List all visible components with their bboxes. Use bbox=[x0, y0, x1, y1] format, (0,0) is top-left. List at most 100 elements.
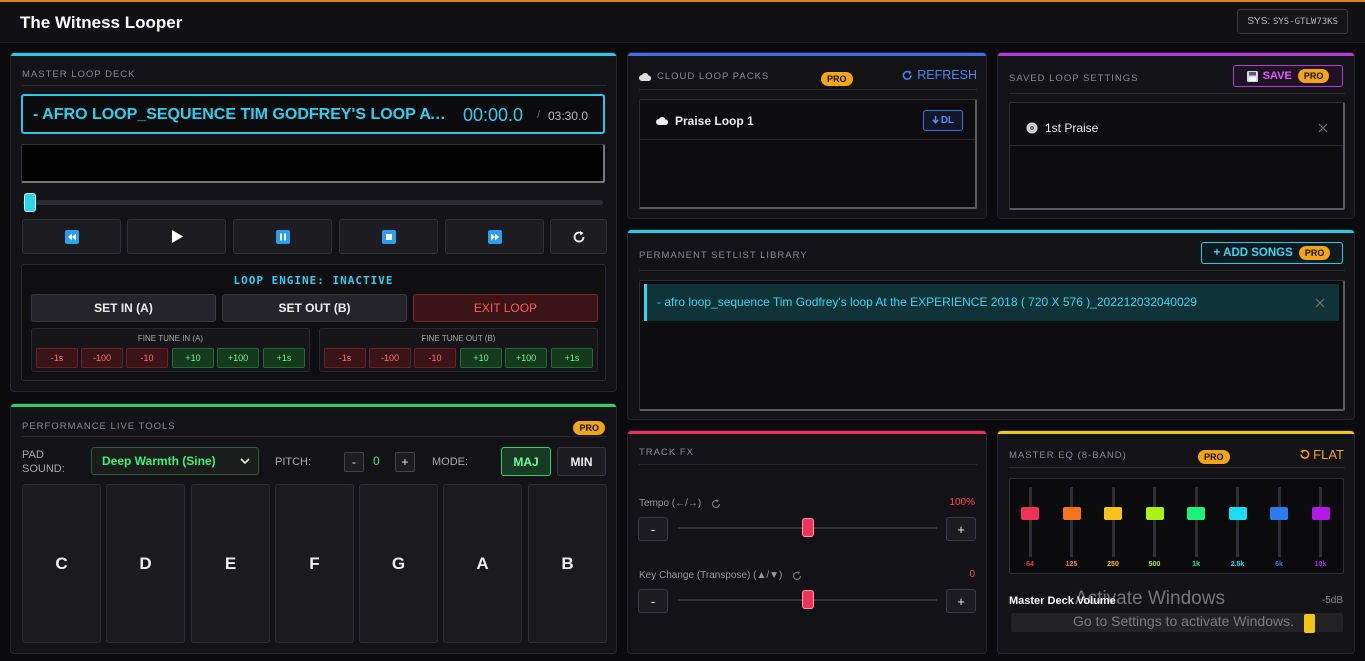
track-display: - AFRO LOOP_SEQUENCE TIM GODFREY'S LOOP … bbox=[21, 94, 605, 134]
eq-band-handle[interactable] bbox=[1312, 507, 1330, 520]
list-item[interactable]: 1st Praise bbox=[1010, 103, 1343, 146]
add-songs-label: + ADD SONGS bbox=[1214, 247, 1293, 259]
pad-b[interactable]: B bbox=[528, 484, 607, 643]
fine-in-minus-1s[interactable]: -1s bbox=[36, 348, 78, 368]
master-volume-handle[interactable] bbox=[1304, 614, 1315, 633]
eq-band-handle[interactable] bbox=[1270, 507, 1288, 520]
tempo-label-row: Tempo (←/→) bbox=[639, 498, 721, 509]
pro-badge: PRO bbox=[1198, 447, 1230, 465]
pause-icon bbox=[276, 230, 290, 244]
divider bbox=[1009, 93, 1345, 94]
eq-band-handle[interactable] bbox=[1146, 507, 1164, 520]
pad-sound-value: Deep Warmth (Sine) bbox=[102, 454, 216, 468]
divider bbox=[639, 464, 977, 465]
pad-a[interactable]: A bbox=[443, 484, 522, 643]
download-button[interactable]: DL bbox=[923, 110, 963, 131]
fast-forward-button[interactable] bbox=[445, 219, 544, 254]
flat-button[interactable]: FLAT bbox=[1299, 447, 1344, 462]
panel-accent bbox=[628, 431, 986, 434]
master-volume-value: -5dB bbox=[1322, 595, 1343, 606]
eq-bands: 641252505001k2.5k6k10k bbox=[1009, 478, 1344, 574]
eq-band-handle[interactable] bbox=[1104, 507, 1122, 520]
exit-loop-button[interactable]: EXIT LOOP bbox=[413, 294, 598, 322]
cloud-icon bbox=[656, 117, 669, 125]
mode-major-button[interactable]: MAJ bbox=[501, 447, 551, 476]
panel-accent bbox=[11, 53, 616, 56]
eq-band-label: 125 bbox=[1057, 561, 1087, 568]
repeat-button[interactable] bbox=[550, 219, 607, 254]
eq-band-handle[interactable] bbox=[1187, 507, 1205, 520]
save-button[interactable]: SAVE PRO bbox=[1233, 65, 1343, 87]
eq-band-track[interactable] bbox=[1153, 487, 1156, 557]
seek-bar[interactable] bbox=[23, 200, 603, 205]
fine-in-plus-100[interactable]: +100 bbox=[217, 348, 259, 368]
pause-button[interactable] bbox=[233, 219, 332, 254]
eq-band-handle[interactable] bbox=[1063, 507, 1081, 520]
list-item[interactable]: - afro loop_sequence Tim Godfrey's loop … bbox=[644, 284, 1339, 321]
list-item[interactable]: Praise Loop 1 DL bbox=[640, 100, 975, 140]
fine-in-minus-100[interactable]: -100 bbox=[81, 348, 123, 368]
pad-d[interactable]: D bbox=[106, 484, 185, 643]
fine-in-plus-1s[interactable]: +1s bbox=[263, 348, 305, 368]
reset-icon[interactable] bbox=[711, 499, 721, 509]
download-icon bbox=[932, 116, 939, 125]
close-icon[interactable] bbox=[1315, 298, 1325, 308]
fine-tune-in-title: FINE TUNE IN (A) bbox=[32, 334, 309, 343]
tempo-slider-handle[interactable] bbox=[802, 518, 814, 537]
download-label: DL bbox=[941, 115, 954, 126]
mode-minor-button[interactable]: MIN bbox=[557, 447, 606, 476]
set-in-button[interactable]: SET IN (A) bbox=[31, 294, 216, 322]
stop-button[interactable] bbox=[339, 219, 438, 254]
close-icon[interactable] bbox=[1318, 123, 1328, 133]
eq-band-handle[interactable] bbox=[1229, 507, 1247, 520]
panel-accent bbox=[998, 431, 1354, 434]
pad-sound-label: PAD bbox=[22, 449, 44, 461]
chevron-down-icon bbox=[240, 458, 250, 465]
eq-band-track[interactable] bbox=[1195, 487, 1198, 557]
waveform-display[interactable] bbox=[21, 144, 605, 183]
panel-title: SAVED LOOP SETTINGS bbox=[1009, 73, 1139, 84]
pad-e[interactable]: E bbox=[191, 484, 270, 643]
panel-title: MASTER EQ (8-BAND) bbox=[1009, 450, 1127, 461]
eq-band-handle[interactable] bbox=[1021, 507, 1039, 520]
track-fx-panel: TRACK FX Tempo (←/→) 100% - + Key Change… bbox=[627, 430, 987, 654]
eq-band-track[interactable] bbox=[1319, 487, 1322, 557]
pro-badge: PRO bbox=[821, 69, 853, 87]
pad-c[interactable]: C bbox=[22, 484, 101, 643]
reset-icon[interactable] bbox=[792, 571, 802, 581]
key-plus-button[interactable]: + bbox=[946, 589, 976, 613]
fine-out-plus-1s[interactable]: +1s bbox=[551, 348, 593, 368]
fine-out-minus-10[interactable]: -10 bbox=[414, 348, 456, 368]
key-change-slider-handle[interactable] bbox=[802, 590, 814, 609]
eq-band-label: 250 bbox=[1098, 561, 1128, 568]
pad-sound-select[interactable]: Deep Warmth (Sine) bbox=[91, 447, 259, 475]
play-button[interactable] bbox=[127, 219, 226, 254]
panel-title: MASTER LOOP DECK bbox=[22, 69, 136, 80]
pitch-minus-button[interactable]: - bbox=[344, 452, 364, 472]
fine-out-plus-100[interactable]: +100 bbox=[505, 348, 547, 368]
fine-out-minus-1s[interactable]: -1s bbox=[324, 348, 366, 368]
tempo-minus-button[interactable]: - bbox=[638, 517, 668, 541]
fine-in-plus-10[interactable]: +10 bbox=[172, 348, 214, 368]
pad-g[interactable]: G bbox=[359, 484, 438, 643]
pitch-plus-button[interactable]: + bbox=[395, 452, 415, 472]
refresh-button[interactable]: REFRESH bbox=[902, 68, 977, 82]
pad-f[interactable]: F bbox=[275, 484, 354, 643]
tempo-plus-button[interactable]: + bbox=[946, 517, 976, 541]
add-songs-button[interactable]: + ADD SONGS PRO bbox=[1201, 242, 1343, 264]
seek-handle[interactable] bbox=[24, 193, 36, 212]
eq-band-track[interactable] bbox=[1029, 487, 1032, 557]
eq-band-track[interactable] bbox=[1236, 487, 1239, 557]
rewind-button[interactable] bbox=[22, 219, 121, 254]
fine-out-minus-100[interactable]: -100 bbox=[369, 348, 411, 368]
key-minus-button[interactable]: - bbox=[638, 589, 668, 613]
set-out-button[interactable]: SET OUT (B) bbox=[222, 294, 407, 322]
performance-panel: PERFORMANCE LIVE TOOLS PRO PAD SOUND: De… bbox=[10, 403, 617, 654]
fine-out-plus-10[interactable]: +10 bbox=[460, 348, 502, 368]
eq-band-track[interactable] bbox=[1070, 487, 1073, 557]
activate-windows-subtitle: Go to Settings to activate Windows. bbox=[1073, 613, 1294, 629]
eq-band-label: 10k bbox=[1306, 561, 1336, 568]
eq-band-track[interactable] bbox=[1278, 487, 1281, 557]
eq-band-track[interactable] bbox=[1112, 487, 1115, 557]
fine-in-minus-10[interactable]: -10 bbox=[126, 348, 168, 368]
